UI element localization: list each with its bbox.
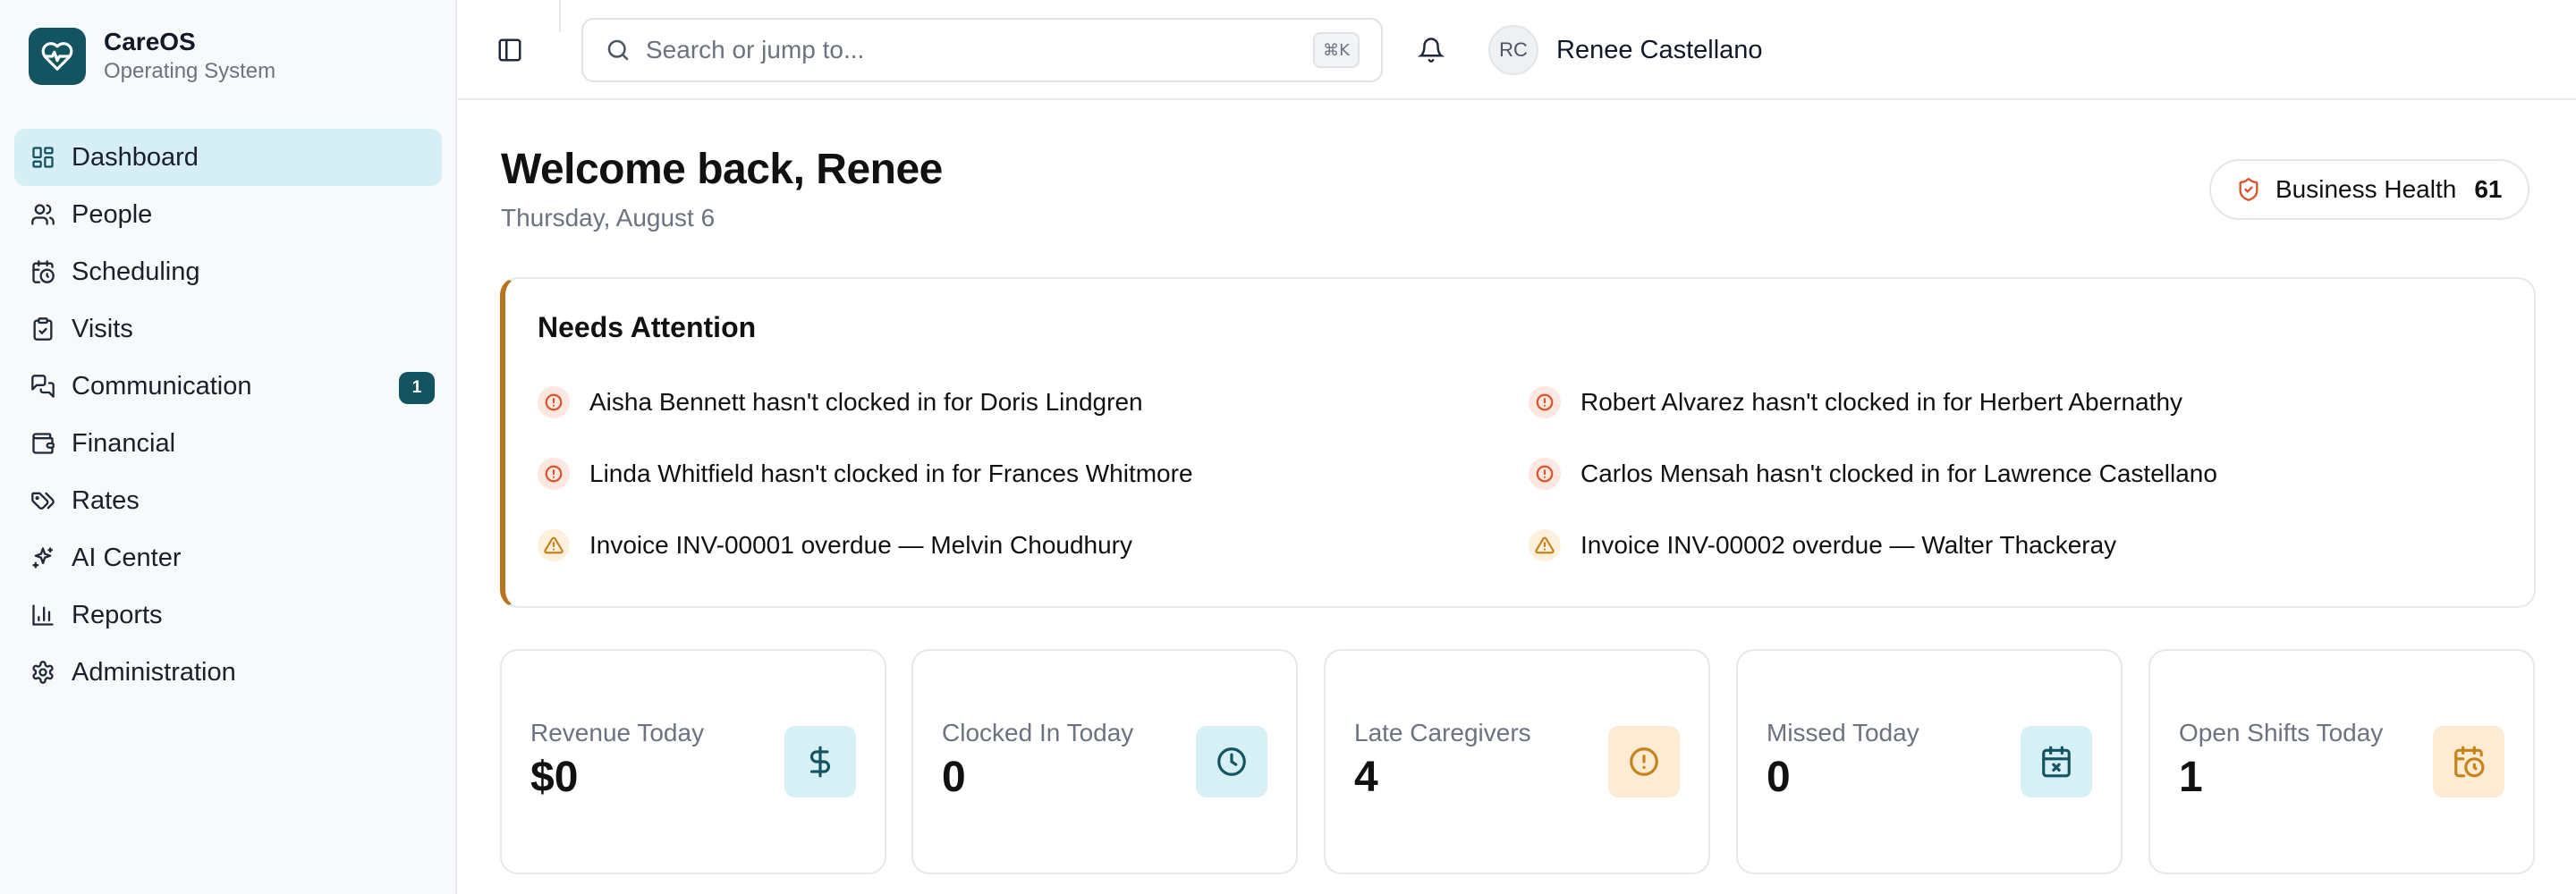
alert-circle-icon [538, 458, 570, 490]
business-health-score: 61 [2474, 175, 2503, 203]
brand-name: CareOS [104, 28, 196, 55]
tag-icon [29, 486, 57, 515]
stat-card-open-shifts[interactable]: Open Shifts Today 1 [2148, 649, 2535, 874]
stat-value: $0 [530, 754, 579, 801]
search-icon [605, 36, 633, 64]
attention-item-text: Carlos Mensah hasn't clocked in for Lawr… [1580, 460, 2217, 487]
user-menu[interactable]: RC Renee Castellano [1488, 25, 1763, 75]
stat-label: Clocked In Today [942, 719, 1134, 746]
brand-subtitle: Operating System [104, 59, 276, 83]
topbar-divider [559, 0, 561, 32]
current-date: Thursday, August 6 [501, 204, 716, 232]
attention-item[interactable]: Linda Whitfield hasn't clocked in for Fr… [538, 458, 1193, 490]
stat-card-late-caregivers[interactable]: Late Caregivers 4 [1324, 649, 1710, 874]
bar-chart-icon [29, 601, 57, 629]
sidebar-item-label: Visits [72, 314, 133, 343]
sidebar-item-reports[interactable]: Reports [14, 586, 442, 644]
section-title: Needs Attention [538, 311, 757, 343]
scheduling-icon [29, 257, 57, 286]
dollar-icon [784, 726, 856, 797]
panel-left-icon [498, 38, 521, 62]
stat-value: 0 [942, 754, 966, 801]
sidebar-item-financial[interactable]: Financial [14, 415, 442, 472]
attention-item-text: Invoice INV-00002 overdue — Walter Thack… [1580, 531, 2117, 559]
business-health-label: Business Health [2275, 175, 2457, 203]
search-box[interactable]: ⌘K [581, 18, 1383, 82]
sidebar-item-communication[interactable]: Communication 1 [14, 358, 442, 415]
stat-value: 1 [2179, 754, 2203, 801]
stat-card-revenue[interactable]: Revenue Today $0 [500, 649, 886, 874]
sidebar-item-label: Administration [72, 657, 236, 687]
visits-icon [29, 315, 57, 343]
stat-label: Revenue Today [530, 719, 705, 746]
sidebar-item-dashboard[interactable]: Dashboard [14, 129, 442, 186]
sidebar-item-ai-center[interactable]: AI Center [14, 529, 442, 586]
user-name: Renee Castellano [1556, 35, 1763, 64]
sidebar-item-label: AI Center [72, 543, 182, 572]
alert-circle-icon [1529, 386, 1561, 418]
stat-value: 4 [1354, 754, 1378, 801]
attention-item-text: Aisha Bennett hasn't clocked in for Dori… [589, 388, 1143, 416]
sidebar-item-label: Financial [72, 428, 176, 458]
dashboard-icon [29, 143, 57, 172]
stat-card-missed[interactable]: Missed Today 0 [1736, 649, 2123, 874]
heart-pulse-icon [29, 28, 86, 85]
sidebar-item-administration[interactable]: Administration [14, 644, 442, 701]
attention-item[interactable]: Invoice INV-00002 overdue — Walter Thack… [1529, 529, 2116, 561]
sidebar-item-visits[interactable]: Visits [14, 300, 442, 358]
sidebar-item-label: Communication [72, 371, 252, 401]
sidebar-item-label: Dashboard [72, 142, 199, 172]
communication-icon [29, 372, 57, 401]
sparkles-icon [29, 544, 57, 572]
bell-icon [1418, 38, 1445, 63]
sidebar-item-label: People [72, 199, 153, 229]
attention-item[interactable]: Aisha Bennett hasn't clocked in for Dori… [538, 386, 1143, 418]
sidebar-item-label: Scheduling [72, 257, 200, 286]
sidebar-item-rates[interactable]: Rates [14, 472, 442, 529]
stat-label: Late Caregivers [1354, 719, 1531, 746]
alert-circle-icon [538, 386, 570, 418]
search-input[interactable] [646, 36, 1272, 64]
shield-check-icon [2239, 178, 2258, 201]
topbar: ⌘K RC Renee Castellano [458, 0, 2576, 100]
avatar: RC [1488, 25, 1538, 75]
warning-triangle-icon [538, 529, 570, 561]
attention-item[interactable]: Invoice INV-00001 overdue — Melvin Choud… [538, 529, 1132, 561]
sidebar-item-label: Reports [72, 600, 163, 629]
wallet-icon [29, 429, 57, 458]
sidebar: CareOS Operating System Dashboard People… [0, 0, 457, 894]
sidebar-item-scheduling[interactable]: Scheduling [14, 243, 442, 300]
sidebar-item-people[interactable]: People [14, 186, 442, 243]
gear-icon [29, 658, 57, 687]
attention-item-text: Robert Alvarez hasn't clocked in for Her… [1580, 388, 2183, 416]
calendar-x-icon [2021, 726, 2092, 797]
search-shortcut-hint: ⌘K [1313, 32, 1360, 68]
page-title: Welcome back, Renee [501, 146, 943, 193]
stat-value: 0 [1767, 754, 1791, 801]
sidebar-item-label: Rates [72, 485, 140, 515]
clock-icon [1196, 726, 1267, 797]
unread-badge: 1 [399, 372, 435, 404]
people-icon [29, 200, 57, 229]
stat-card-clocked-in[interactable]: Clocked In Today 0 [911, 649, 1298, 874]
stat-label: Missed Today [1767, 719, 1919, 746]
alert-circle-icon [1529, 458, 1561, 490]
main-content: Welcome back, Renee Thursday, August 6 B… [458, 100, 2576, 894]
brand[interactable]: CareOS Operating System [29, 27, 275, 86]
sidebar-nav: Dashboard People Scheduling Visits Commu… [14, 129, 442, 701]
business-health-badge[interactable]: Business Health 61 [2209, 159, 2529, 220]
needs-attention-panel: Needs Attention Aisha Bennett hasn't clo… [500, 277, 2536, 608]
attention-item-text: Linda Whitfield hasn't clocked in for Fr… [589, 460, 1193, 487]
attention-item[interactable]: Carlos Mensah hasn't clocked in for Lawr… [1529, 458, 2217, 490]
notifications-button[interactable] [1413, 32, 1449, 68]
alert-circle-icon [1608, 726, 1680, 797]
warning-triangle-icon [1529, 529, 1561, 561]
attention-item-text: Invoice INV-00001 overdue — Melvin Choud… [589, 531, 1133, 559]
attention-item[interactable]: Robert Alvarez hasn't clocked in for Her… [1529, 386, 2182, 418]
stat-label: Open Shifts Today [2179, 719, 2384, 746]
calendar-clock-icon [2433, 726, 2504, 797]
sidebar-toggle-button[interactable] [494, 34, 526, 66]
